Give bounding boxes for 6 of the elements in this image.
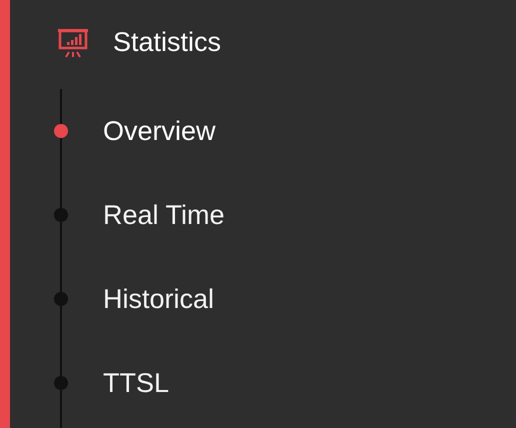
section-title[interactable]: Statistics (113, 22, 222, 63)
presentation-chart-icon (57, 28, 89, 58)
menu-item[interactable]: Historical (103, 278, 214, 320)
menu-item[interactable]: Overview (103, 110, 216, 152)
menu-item[interactable]: Real Time (103, 194, 225, 236)
menu-item[interactable]: TTSL (103, 362, 170, 404)
